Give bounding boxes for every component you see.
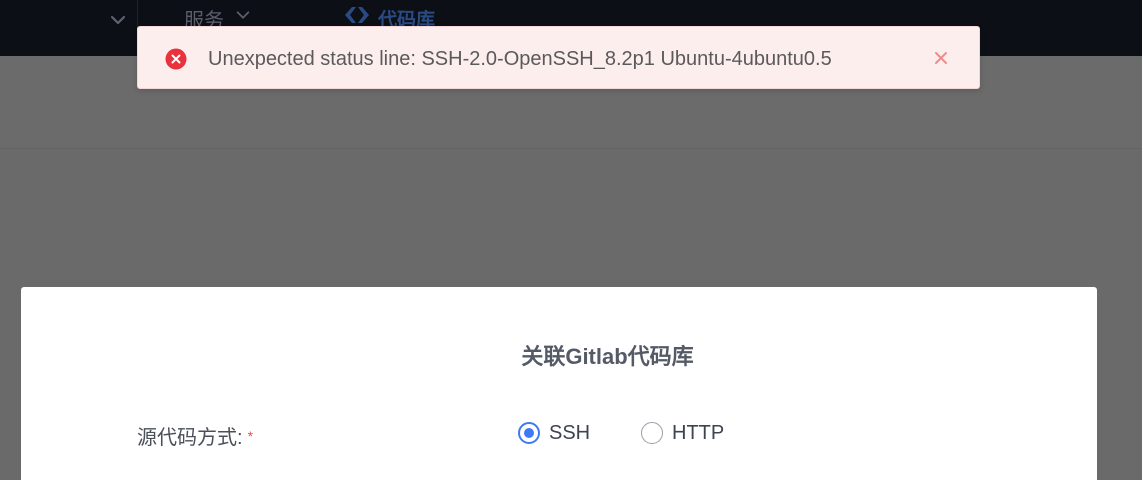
error-circle-icon: [165, 48, 187, 70]
radio-ssh-label: SSH: [549, 421, 591, 444]
chevron-down-icon[interactable]: [108, 10, 128, 30]
toast-message: Unexpected status line: SSH-2.0-OpenSSH_…: [208, 48, 832, 70]
link-gitlab-modal: 关联Gitlab代码库 源代码方式: * SSH HTTP: [21, 287, 1097, 480]
required-star: *: [247, 428, 254, 444]
radio-http-circle[interactable]: [641, 422, 663, 444]
radio-ssh-circle[interactable]: [518, 422, 540, 444]
radio-http-label: HTTP: [672, 421, 725, 444]
source-method-label-text: 源代码方式:: [137, 427, 243, 449]
radio-ssh[interactable]: SSH: [518, 420, 590, 446]
radio-dot: [524, 428, 534, 438]
source-method-label: 源代码方式: *: [137, 421, 253, 450]
radio-http[interactable]: HTTP: [641, 420, 724, 446]
modal-title: 关联Gitlab代码库: [521, 344, 694, 369]
page: 服务 代码库 Unexpected status line: SSH-2.0-O…: [0, 0, 1142, 480]
close-icon[interactable]: [931, 48, 951, 68]
error-toast: Unexpected status line: SSH-2.0-OpenSSH_…: [137, 26, 980, 89]
